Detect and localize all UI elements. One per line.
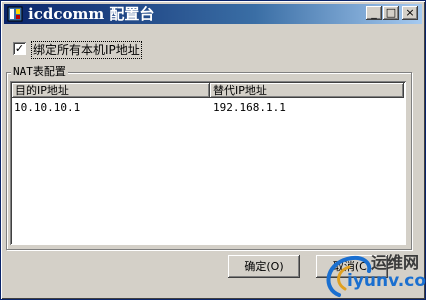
nat-table-header: 目的IP地址 替代IP地址 [12, 83, 404, 98]
nat-table[interactable]: 目的IP地址 替代IP地址 10.10.10.1 192.168.1.1 [10, 81, 406, 245]
maximize-button[interactable]: □ [383, 6, 399, 20]
column-header-dest-ip[interactable]: 目的IP地址 [12, 83, 210, 98]
config-window: icdcomm 配置台 _ □ × ✓ 绑定所有本机IP地址 NAT表配置 目的… [0, 0, 426, 300]
ok-button[interactable]: 确定(O) [228, 255, 300, 278]
replace-ip-cell: 192.168.1.1 [213, 101, 286, 114]
title-bar[interactable]: icdcomm 配置台 _ □ × [4, 4, 422, 24]
cancel-button[interactable]: 取消(C) [316, 255, 388, 278]
bind-all-ip-checkbox[interactable]: ✓ [13, 42, 26, 55]
minimize-button[interactable]: _ [366, 6, 382, 20]
nat-group-label: NAT表配置 [11, 65, 68, 78]
column-header-replace-ip[interactable]: 替代IP地址 [210, 83, 404, 98]
bind-all-ip-label[interactable]: 绑定所有本机IP地址 [31, 41, 142, 59]
table-row[interactable]: 10.10.10.1 192.168.1.1 [12, 100, 404, 115]
window-title: icdcomm 配置台 [28, 5, 155, 23]
close-button[interactable]: × [402, 6, 418, 20]
app-icon [7, 6, 23, 22]
dest-ip-cell: 10.10.10.1 [14, 101, 81, 114]
